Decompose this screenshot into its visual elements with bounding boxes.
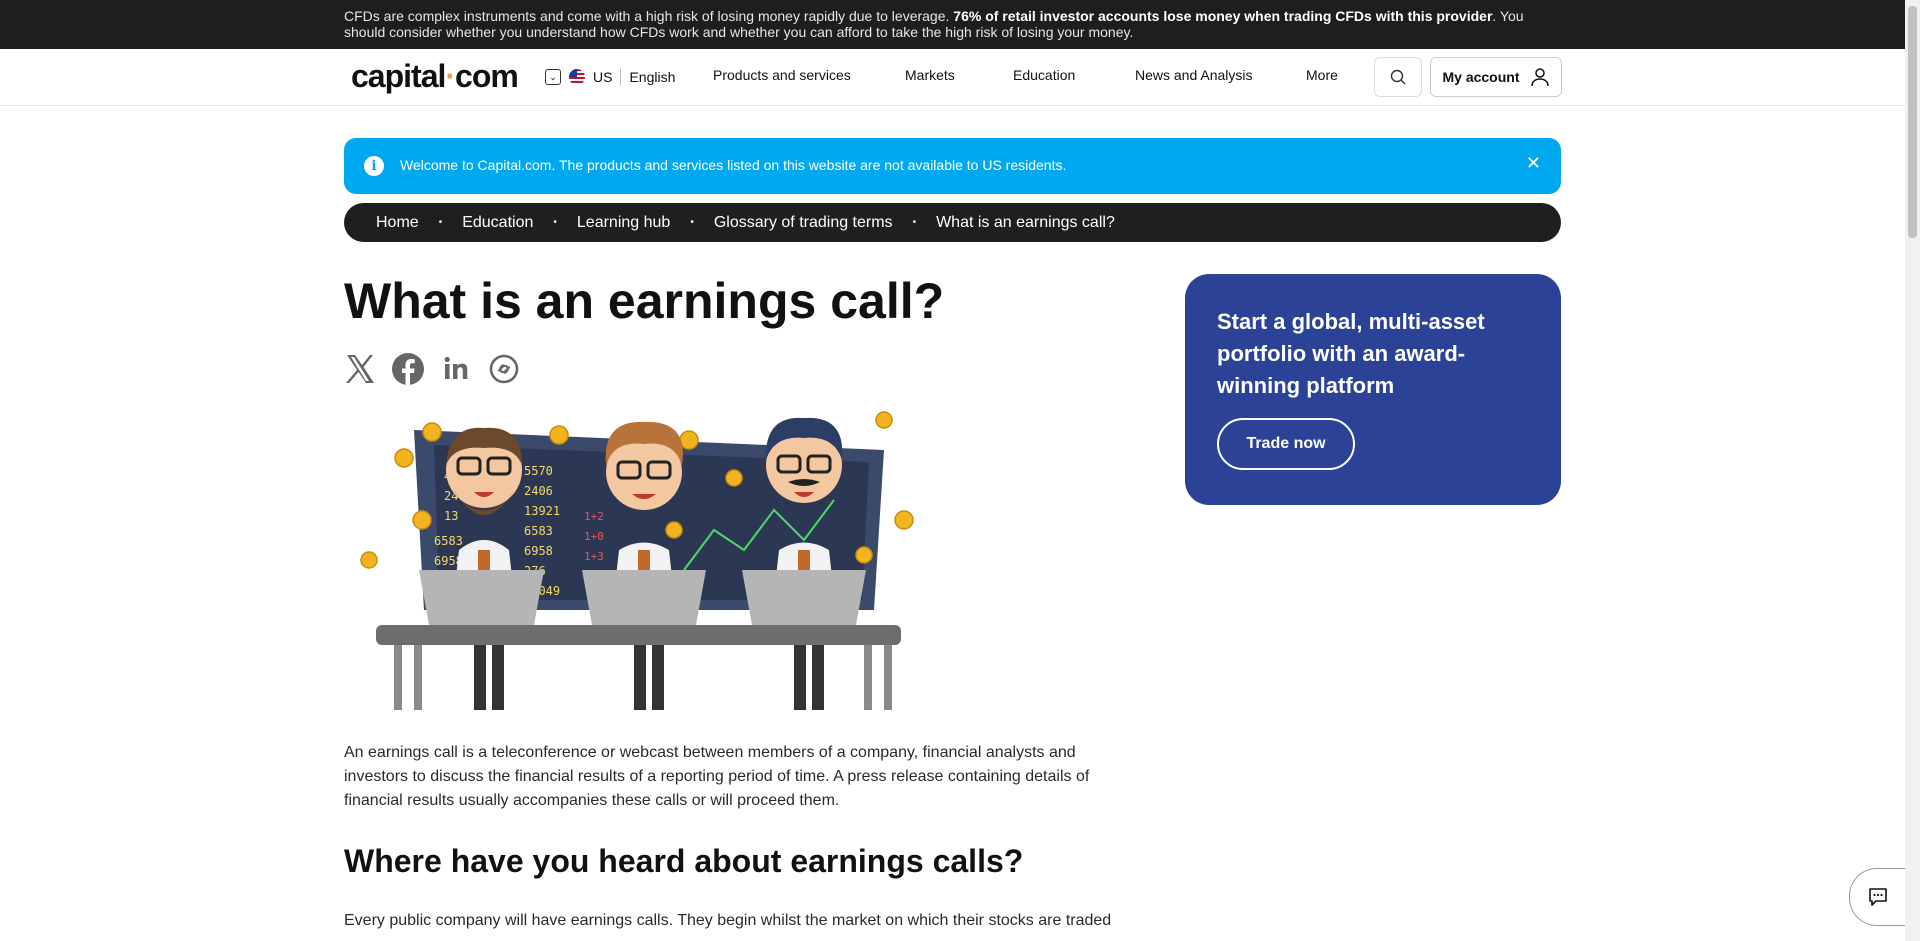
facebook-icon[interactable] <box>392 353 424 385</box>
region-label: US <box>593 69 613 85</box>
chat-icon <box>1869 888 1887 906</box>
breadcrumb-separator: • <box>553 217 557 228</box>
chevron-down-icon: ⌄ <box>545 69 561 85</box>
search-icon <box>1390 69 1406 85</box>
share-bar <box>344 353 520 385</box>
intro-paragraph: An earnings call is a teleconference or … <box>344 744 1090 809</box>
nav-news-and-analysis[interactable]: News and Analysis <box>1135 67 1253 83</box>
promo-card: Start a global, multi-asset portfolio wi… <box>1185 274 1561 505</box>
my-account-label: My account <box>1442 69 1520 85</box>
risk-warning-bold: 76% of retail investor accounts lose mon… <box>953 8 1493 24</box>
svg-text:6583: 6583 <box>434 534 463 548</box>
breadcrumb-education[interactable]: Education <box>462 214 533 232</box>
svg-text:5570: 5570 <box>524 464 553 478</box>
svg-text:6958: 6958 <box>524 544 553 558</box>
breadcrumb-home[interactable]: Home <box>376 214 419 232</box>
svg-text:13: 13 <box>444 509 458 523</box>
svg-text:6583: 6583 <box>524 524 553 538</box>
language-label: English <box>629 69 676 85</box>
breadcrumb-separator: • <box>690 217 694 228</box>
promo-headline: Start a global, multi-asset portfolio wi… <box>1217 309 1485 398</box>
svg-text:1+3: 1+3 <box>584 550 604 563</box>
section-paragraph: Every public company will have earnings … <box>344 912 1112 929</box>
breadcrumb-separator: • <box>438 217 443 228</box>
breadcrumb: Home • Education • Learning hub • Glossa… <box>344 203 1561 242</box>
section-heading: Where have you heard about earnings call… <box>344 843 1024 879</box>
earnings-call-illustration: 482413 5570240613921 6583695827697049 65… <box>344 410 944 710</box>
chat-button[interactable] <box>1849 868 1907 926</box>
breadcrumb-current: What is an earnings call? <box>936 213 1115 231</box>
svg-text:1+2: 1+2 <box>584 510 604 523</box>
user-icon <box>1530 68 1549 87</box>
us-flag-icon <box>569 69 585 85</box>
divider <box>620 69 622 85</box>
region-selector[interactable]: ⌄ US English <box>545 67 675 87</box>
scrollbar-thumb[interactable] <box>1908 6 1917 238</box>
site-header: capital·com ⌄ US English Products and se… <box>0 49 1905 106</box>
nav-markets[interactable]: Markets <box>905 67 955 83</box>
breadcrumb-separator: • <box>912 217 917 228</box>
close-icon[interactable]: ✕ <box>1526 153 1541 174</box>
x-icon[interactable] <box>344 353 376 385</box>
page-scrollbar[interactable] <box>1905 0 1920 941</box>
nav-products-and-services[interactable]: Products and services <box>713 67 851 83</box>
search-button[interactable] <box>1374 57 1422 97</box>
svg-text:2406: 2406 <box>524 484 553 498</box>
svg-text:13921: 13921 <box>524 504 560 518</box>
copy-link-icon[interactable] <box>488 353 520 385</box>
svg-text:1+0: 1+0 <box>584 530 604 543</box>
us-residents-notice: i Welcome to Capital.com. The products a… <box>344 138 1561 194</box>
nav-education[interactable]: Education <box>1013 67 1075 83</box>
info-icon: i <box>364 156 384 176</box>
risk-warning-text: CFDs are complex instruments and come wi… <box>344 8 1524 40</box>
nav-more[interactable]: More <box>1306 67 1338 83</box>
trade-now-button[interactable]: Trade now <box>1217 418 1355 470</box>
notice-message: Welcome to Capital.com. The products and… <box>400 157 1067 173</box>
linkedin-icon[interactable] <box>440 353 472 385</box>
breadcrumb-learning-hub[interactable]: Learning hub <box>577 214 670 232</box>
page-title: What is an earnings call? <box>344 273 945 329</box>
my-account-button[interactable]: My account <box>1430 57 1562 97</box>
capital-com-logo[interactable]: capital·com <box>351 58 519 95</box>
breadcrumb-glossary[interactable]: Glossary of trading terms <box>714 214 893 232</box>
risk-warning-bar: CFDs are complex instruments and come wi… <box>0 0 1905 49</box>
